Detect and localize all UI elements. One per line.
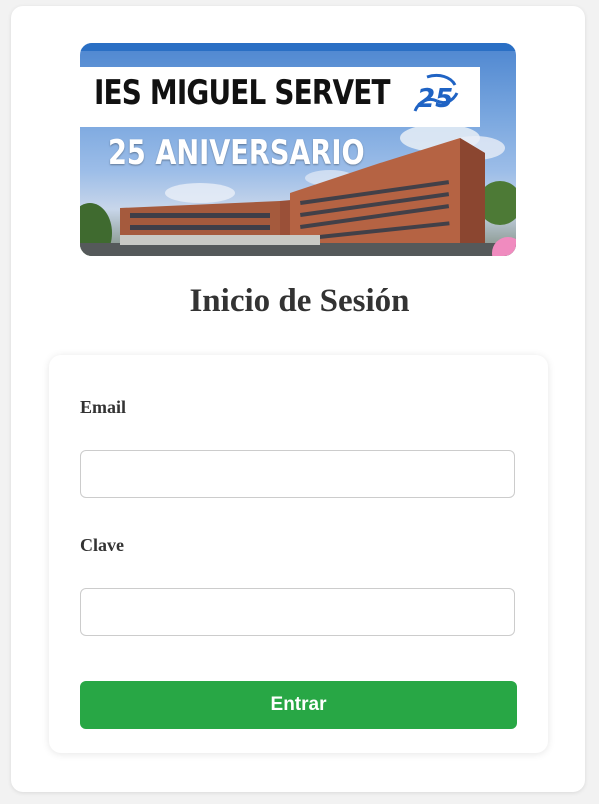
password-label: Clave (80, 535, 124, 555)
banner-top-strip (80, 43, 516, 51)
banner-anniversary-text: 25 ANIVERSARIO (108, 133, 365, 173)
school-banner-image: IES MIGUEL SERVET 25 25 ANIVERSARIO (80, 43, 516, 256)
email-label: Email (80, 397, 127, 417)
logo-number: 25 (417, 84, 453, 114)
banner-school-name: IES MIGUEL SERVET (94, 73, 390, 113)
email-field[interactable] (80, 450, 515, 498)
page-title: Inicio de Sesión (189, 283, 410, 319)
password-field[interactable] (80, 588, 515, 636)
anniversary-25-logo-icon: 25 (413, 73, 459, 114)
submit-button[interactable]: Entrar (80, 681, 517, 729)
